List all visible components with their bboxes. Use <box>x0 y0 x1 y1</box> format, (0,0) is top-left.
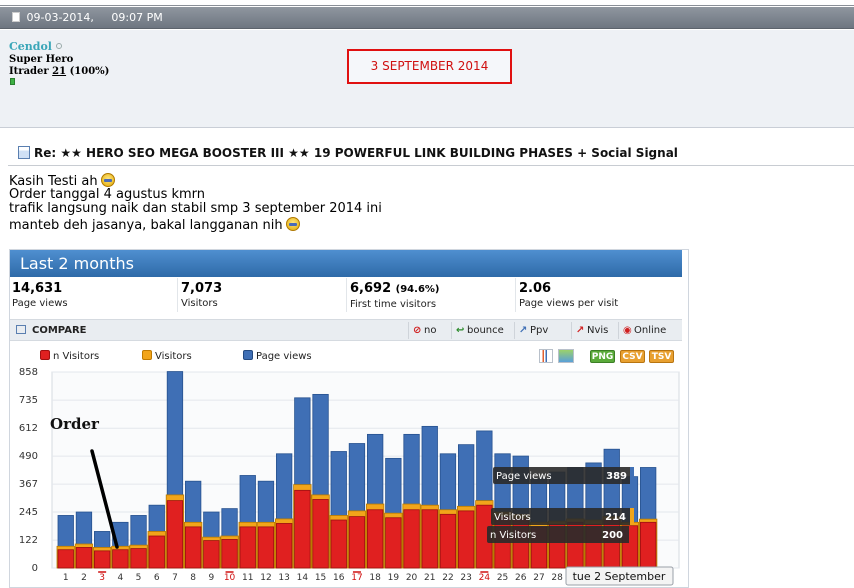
itrader-score-link[interactable]: 21 <box>52 66 66 77</box>
x-tick-label: 17 <box>351 573 362 583</box>
x-tick-label: 15 <box>315 573 326 583</box>
n-visitors-bar <box>385 517 402 569</box>
tooltip-visitors-accent <box>630 508 634 525</box>
n-visitors-bar <box>112 549 129 569</box>
x-tick-label: 12 <box>260 573 271 583</box>
itrader-label: Itrader <box>9 66 49 77</box>
message-line-4: manteb deh jasanya, bakal langganan nih <box>9 217 300 234</box>
x-tick-label: 1 <box>63 573 69 583</box>
y-tick-label: 122 <box>19 535 38 546</box>
x-tick-label: 5 <box>136 573 142 583</box>
y-tick-label: 367 <box>19 479 38 490</box>
n-visitors-bar <box>348 516 366 569</box>
x-tick-label: 20 <box>406 573 418 583</box>
username-link[interactable]: Cendol <box>9 40 52 53</box>
post-title-icon <box>18 146 30 159</box>
x-tick-label: 3 <box>99 573 105 583</box>
x-tick-label: 16 <box>333 573 345 583</box>
n-visitors-bar <box>294 489 311 569</box>
username-container: Cendol <box>9 40 62 53</box>
x-tick-label: 24 <box>479 573 491 583</box>
n-visitors-bar <box>312 499 329 569</box>
tooltip-page-views-value: 389 <box>606 471 627 482</box>
x-tick-label: 11 <box>242 573 253 583</box>
tooltip-n-visitors-value: 200 <box>602 530 623 541</box>
y-tick-label: 490 <box>19 451 38 462</box>
x-tick-label: 9 <box>208 573 214 583</box>
tooltip-visitors-value: 214 <box>605 512 626 523</box>
x-tick-label: 13 <box>278 573 289 583</box>
x-tick-label: 10 <box>224 573 236 583</box>
n-visitors-bar <box>94 550 111 569</box>
n-visitors-bar <box>366 509 384 569</box>
tooltip-page-views-accent <box>630 467 634 484</box>
top-border <box>0 0 854 6</box>
post-header-bar: 09-03-2014, 09:07 PM <box>0 7 854 29</box>
x-tick-label: 22 <box>442 573 453 583</box>
n-visitors-bar <box>421 509 438 569</box>
x-tick-label: 18 <box>369 573 381 583</box>
n-visitors-bar <box>239 526 256 569</box>
x-tick-label: 8 <box>190 573 196 583</box>
reputation-bar-icon <box>10 78 15 85</box>
order-annotation: Order <box>50 415 100 433</box>
tooltip-page-views-label: Page views <box>496 471 552 482</box>
n-visitors-bar <box>439 513 457 569</box>
x-tick-label: 6 <box>154 573 160 583</box>
tooltip-n-visitors-accent <box>629 526 633 543</box>
n-visitors-bar <box>330 519 347 569</box>
n-visitors-bar <box>184 526 202 569</box>
n-visitors-bar <box>403 509 420 569</box>
user-title: Super Hero <box>9 54 74 65</box>
x-tick-label: 7 <box>172 573 178 583</box>
tooltip-visitors-label: Visitors <box>494 512 531 523</box>
post-body: Re: ★★ HERO SEO MEGA BOOSTER III ★★ 19 P… <box>0 129 854 588</box>
tooltip-date-label: tue 2 September <box>573 570 666 583</box>
tooltip-n-visitors-label: n Visitors <box>490 530 536 541</box>
n-visitors-bar <box>275 523 293 569</box>
n-visitors-bar <box>75 547 93 569</box>
message-line-4-text: manteb deh jasanya, bakal langganan nih <box>9 218 283 233</box>
y-tick-label: 735 <box>19 395 38 406</box>
itrader-percent: (100%) <box>69 66 110 77</box>
x-tick-label: 26 <box>515 573 527 583</box>
thread-title-text: Re: ★★ HERO SEO MEGA BOOSTER III ★★ 19 P… <box>34 146 678 160</box>
itrader-info: Itrader 21 (100%) <box>9 66 109 77</box>
offline-status-icon <box>55 43 62 49</box>
date-annotation-box: 3 SEPTEMBER 2014 <box>347 49 512 84</box>
message-line-3: trafik langsung naik dan stabil smp 3 se… <box>9 201 382 216</box>
n-visitors-bar <box>57 549 74 569</box>
x-tick-label: 21 <box>424 573 435 583</box>
traffic-bar-chart: 01222453674906127358581 2 3 4 5 6 7 8 9 10 11 12 13 1… <box>19 367 680 586</box>
x-tick-label: 27 <box>533 573 544 583</box>
n-visitors-bar <box>457 510 475 569</box>
post-datetime: 09-03-2014, 09:07 PM <box>26 11 163 24</box>
smiley-icon <box>100 173 115 187</box>
y-tick-label: 858 <box>19 367 38 378</box>
stats-widget: Last 2 months 14,631 Page views 7,073 Vi… <box>9 249 689 588</box>
post-document-icon <box>12 12 20 22</box>
x-tick-label: 2 <box>81 573 87 583</box>
y-tick-label: 0 <box>32 563 38 574</box>
thread-title: Re: ★★ HERO SEO MEGA BOOSTER III ★★ 19 P… <box>18 146 678 160</box>
title-divider <box>8 165 854 166</box>
smiley-icon-2 <box>285 217 300 231</box>
n-visitors-bar <box>148 535 165 569</box>
x-tick-label: 28 <box>551 573 563 583</box>
x-tick-label: 25 <box>497 573 508 583</box>
x-tick-label: 19 <box>388 573 400 583</box>
n-visitors-bar <box>257 526 275 569</box>
y-tick-label: 612 <box>19 423 38 434</box>
n-visitors-bar <box>640 521 657 569</box>
y-tick-label: 245 <box>19 507 38 518</box>
x-tick-label: 4 <box>117 573 123 583</box>
n-visitors-bar <box>203 540 220 569</box>
user-info-panel: Cendol Super Hero Itrader 21 (100%) 3 SE… <box>0 30 854 128</box>
n-visitors-bar <box>130 548 147 569</box>
x-tick-label: 14 <box>297 573 309 583</box>
x-tick-label: 23 <box>460 573 471 583</box>
n-visitors-bar <box>221 539 238 569</box>
n-visitors-bar <box>166 500 184 569</box>
